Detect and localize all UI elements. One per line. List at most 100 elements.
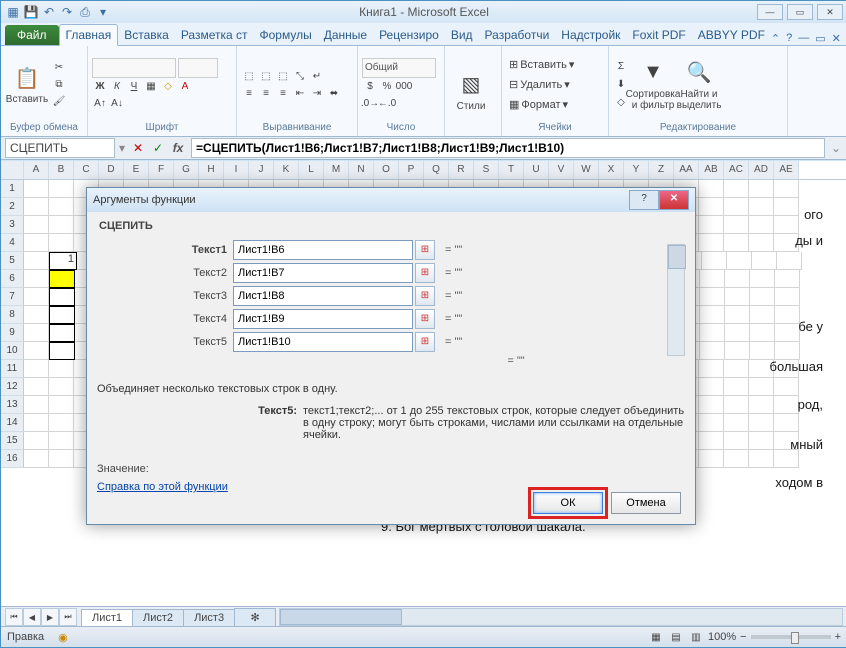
- format-cells-button[interactable]: ▦ Формат ▾: [506, 95, 577, 114]
- cell[interactable]: [700, 324, 725, 342]
- doc-close-icon[interactable]: ✕: [832, 32, 841, 45]
- cell[interactable]: [24, 414, 49, 432]
- cell[interactable]: [750, 270, 775, 288]
- tab-developer[interactable]: Разработчи: [479, 25, 556, 45]
- qat-print-icon[interactable]: ⎙: [77, 4, 93, 20]
- cell[interactable]: [699, 180, 724, 198]
- file-tab[interactable]: Файл: [5, 25, 59, 45]
- cell[interactable]: [24, 252, 49, 270]
- cell[interactable]: [24, 378, 49, 396]
- cell[interactable]: [774, 180, 799, 198]
- align-bottom-icon[interactable]: ⬚: [275, 68, 291, 84]
- row-header[interactable]: 9: [1, 324, 24, 342]
- cell[interactable]: [49, 270, 75, 288]
- cell[interactable]: [24, 234, 49, 252]
- font-size-select[interactable]: [178, 58, 218, 78]
- qat-undo-icon[interactable]: ↶: [41, 4, 57, 20]
- number-format-select[interactable]: [362, 58, 436, 78]
- sort-filter-button[interactable]: ▼Сортировка и фильтр: [631, 59, 675, 111]
- cell[interactable]: [699, 396, 724, 414]
- cell[interactable]: [774, 414, 799, 432]
- range-select-icon[interactable]: ⊞: [415, 240, 435, 260]
- qat-redo-icon[interactable]: ↷: [59, 4, 75, 20]
- col-header[interactable]: A: [24, 161, 49, 179]
- cell[interactable]: [749, 450, 774, 468]
- cell[interactable]: [775, 342, 800, 360]
- tab-formulas[interactable]: Формулы: [254, 25, 318, 45]
- underline-icon[interactable]: Ч: [126, 79, 142, 95]
- horizontal-scrollbar[interactable]: [279, 608, 843, 626]
- cell[interactable]: [24, 342, 49, 360]
- align-top-icon[interactable]: ⬚: [241, 68, 257, 84]
- col-header[interactable]: T: [499, 161, 524, 179]
- col-header[interactable]: G: [174, 161, 199, 179]
- doc-minimize-icon[interactable]: —: [798, 32, 809, 45]
- cell[interactable]: [725, 324, 750, 342]
- tab-review[interactable]: Рецензиро: [373, 25, 445, 45]
- format-painter-icon[interactable]: 🖌: [51, 94, 67, 110]
- shrink-font-icon[interactable]: A↓: [109, 96, 125, 112]
- cell[interactable]: [774, 450, 799, 468]
- cell[interactable]: [724, 180, 749, 198]
- range-select-icon[interactable]: ⊞: [415, 263, 435, 283]
- cell[interactable]: [777, 252, 802, 270]
- cell[interactable]: [49, 450, 74, 468]
- row-header[interactable]: 3: [1, 216, 24, 234]
- cell[interactable]: [699, 216, 724, 234]
- cell[interactable]: [724, 216, 749, 234]
- col-header[interactable]: N: [349, 161, 374, 179]
- cell[interactable]: [699, 450, 724, 468]
- cell[interactable]: [774, 378, 799, 396]
- col-header[interactable]: U: [524, 161, 549, 179]
- cell[interactable]: [24, 306, 49, 324]
- currency-icon[interactable]: $: [362, 79, 378, 95]
- zoom-out-icon[interactable]: −: [740, 631, 746, 643]
- cell[interactable]: [49, 216, 74, 234]
- italic-icon[interactable]: К: [109, 79, 125, 95]
- cell[interactable]: [749, 216, 774, 234]
- cell[interactable]: [49, 180, 74, 198]
- cell[interactable]: [749, 396, 774, 414]
- cell[interactable]: [724, 414, 749, 432]
- doc-restore-icon[interactable]: ▭: [815, 32, 825, 45]
- cell[interactable]: [49, 198, 74, 216]
- sheet-nav-last-icon[interactable]: ⏭: [59, 608, 77, 626]
- col-header[interactable]: W: [574, 161, 599, 179]
- col-header[interactable]: O: [374, 161, 399, 179]
- cell[interactable]: [749, 378, 774, 396]
- increase-indent-icon[interactable]: ⇥: [309, 85, 325, 101]
- insert-cells-button[interactable]: ⊞ Вставить ▾: [506, 55, 577, 74]
- tab-abbyy[interactable]: ABBYY PDF: [692, 25, 771, 45]
- cell[interactable]: [775, 288, 800, 306]
- cell[interactable]: [49, 306, 75, 324]
- col-header[interactable]: F: [149, 161, 174, 179]
- cell[interactable]: [725, 288, 750, 306]
- cell[interactable]: [724, 378, 749, 396]
- cell[interactable]: [752, 252, 777, 270]
- arg-input-5[interactable]: [233, 332, 413, 352]
- col-header[interactable]: C: [74, 161, 99, 179]
- cell[interactable]: [727, 252, 752, 270]
- cell[interactable]: [49, 378, 74, 396]
- col-header[interactable]: E: [124, 161, 149, 179]
- arg-input-1[interactable]: [233, 240, 413, 260]
- col-header[interactable]: AD: [749, 161, 774, 179]
- qat-more-icon[interactable]: ▾: [95, 4, 111, 20]
- col-header[interactable]: J: [249, 161, 274, 179]
- col-header[interactable]: L: [299, 161, 324, 179]
- col-header[interactable]: AC: [724, 161, 749, 179]
- ok-button[interactable]: ОК: [533, 492, 603, 514]
- row-header[interactable]: 10: [1, 342, 24, 360]
- bold-icon[interactable]: Ж: [92, 79, 108, 95]
- cut-icon[interactable]: ✂: [51, 60, 67, 76]
- sheet-nav-first-icon[interactable]: ⏮: [5, 608, 23, 626]
- arg-input-2[interactable]: [233, 263, 413, 283]
- cell[interactable]: [24, 198, 49, 216]
- new-sheet-button[interactable]: ✻: [234, 608, 276, 626]
- col-header[interactable]: Z: [649, 161, 674, 179]
- args-scrollbar[interactable]: [667, 244, 685, 356]
- cell[interactable]: [749, 198, 774, 216]
- cell[interactable]: [775, 324, 800, 342]
- macro-record-icon[interactable]: ◉: [58, 631, 68, 644]
- fill-color-icon[interactable]: ◇: [160, 79, 176, 95]
